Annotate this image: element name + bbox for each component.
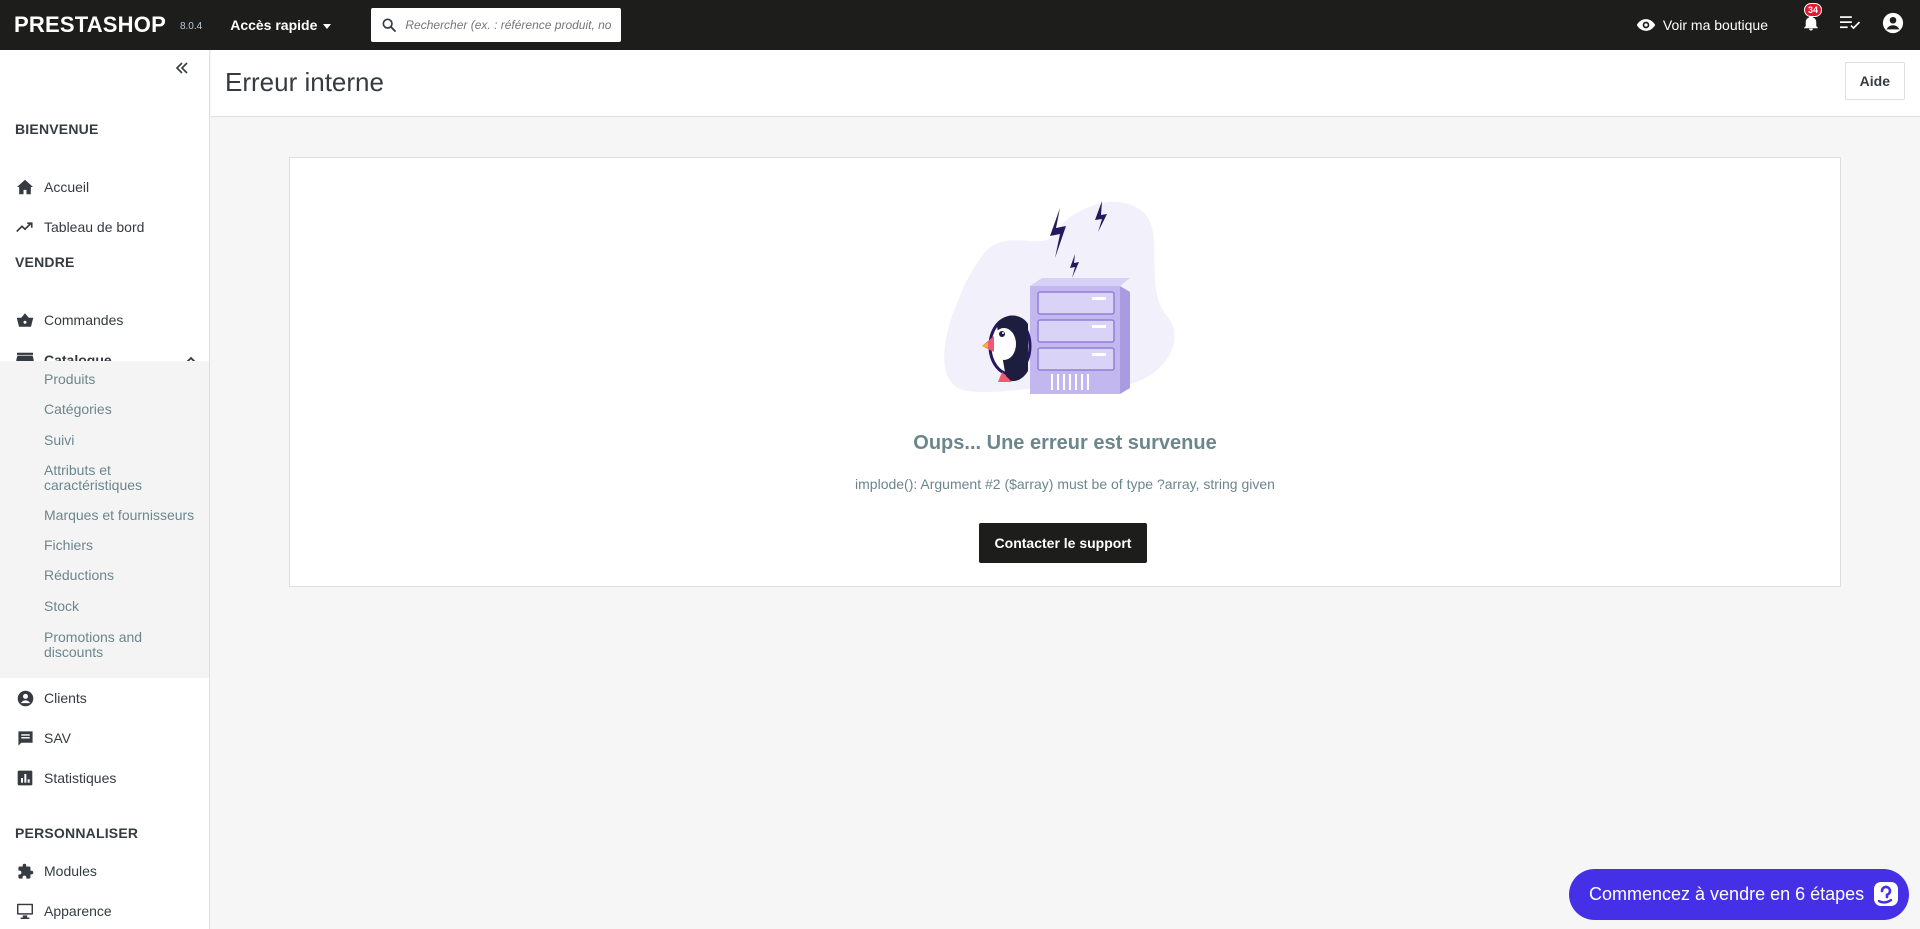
version-label: 8.0.4	[179, 20, 203, 32]
onboarding-button[interactable]: Commencez à vendre en 6 étapes	[1569, 869, 1909, 920]
submenu-item-discounts[interactable]: Réductions	[44, 568, 204, 583]
section-sell: VENDRE	[15, 254, 75, 270]
submenu-item-promotions[interactable]: Promotions and discounts	[44, 630, 154, 660]
view-shop-label: Voir ma boutique	[1662, 17, 1768, 33]
top-header: PRESTASHOP 8.0.4 Accès rapide Voir ma bo…	[0, 0, 1920, 50]
notification-badge: 34	[1804, 2, 1823, 17]
sidebar-item-label: SAV	[44, 730, 71, 746]
submenu-item-files[interactable]: Fichiers	[44, 538, 204, 553]
collapse-sidebar-button[interactable]	[174, 60, 190, 81]
search-input[interactable]	[405, 18, 616, 32]
sidebar-item-appearance[interactable]: Apparence	[0, 891, 209, 929]
page-title: Erreur interne	[225, 67, 384, 97]
home-icon	[17, 179, 33, 195]
sidebar-item-label: Statistiques	[44, 770, 117, 786]
page-header: Erreur interne Aide	[211, 50, 1920, 117]
desktop-icon	[17, 903, 33, 919]
double-chevron-left-icon	[175, 62, 188, 74]
sidebar-item-home[interactable]: Accueil	[0, 167, 209, 207]
sidebar-item-label: Commandes	[44, 312, 124, 328]
sidebar-item-label: Modules	[44, 863, 97, 879]
sidebar-item-orders[interactable]: Commandes	[0, 300, 209, 340]
section-customize: PERSONNALISER	[15, 825, 139, 841]
submenu-item-attributes[interactable]: Attributs et caractéristiques	[44, 463, 164, 493]
sidebar-item-sav[interactable]: SAV	[0, 718, 209, 758]
prestashop-logo[interactable]: PRESTASHOP	[14, 12, 166, 38]
section-welcome: BIENVENUE	[15, 121, 99, 137]
chart-icon	[17, 770, 33, 786]
submenu-item-categories[interactable]: Catégories	[44, 402, 204, 417]
sidebar-item-dashboard[interactable]: Tableau de bord	[0, 207, 209, 247]
submenu-item-stock[interactable]: Stock	[44, 599, 204, 614]
search-icon	[382, 18, 397, 32]
eye-icon	[1636, 19, 1656, 31]
sidebar-item-label: Accueil	[44, 179, 90, 195]
sidebar-item-label: Clients	[44, 690, 87, 706]
account-circle-icon	[17, 690, 33, 706]
server-error-illustration	[944, 201, 1175, 394]
sidebar-item-label: Apparence	[44, 903, 112, 919]
submenu-item-monitoring[interactable]: Suivi	[44, 433, 204, 448]
quick-access-label: Accès rapide	[230, 17, 318, 33]
sidebar-item-customers[interactable]: Clients	[0, 678, 209, 718]
sidebar: BIENVENUE Accueil Tableau de bord VENDRE…	[0, 50, 210, 929]
task-list-button[interactable]	[1840, 15, 1862, 36]
puzzle-icon	[17, 863, 33, 879]
caret-down-icon	[323, 23, 332, 29]
notifications-button[interactable]: 34	[1802, 2, 1823, 38]
error-title: Oups... Une erreur est survenue	[913, 432, 1217, 454]
basket-icon	[16, 313, 34, 327]
error-card: Oups... Une erreur est survenue implode(…	[289, 157, 1841, 587]
view-shop-link[interactable]: Voir ma boutique	[1636, 17, 1768, 33]
chat-icon	[17, 730, 33, 746]
sidebar-item-modules[interactable]: Modules	[0, 851, 209, 891]
help-button[interactable]: Aide	[1844, 62, 1905, 100]
task-list-icon	[1840, 15, 1861, 29]
account-icon	[1882, 12, 1904, 33]
error-message: implode(): Argument #2 ($array) must be …	[855, 476, 1275, 492]
trending-up-icon	[16, 222, 33, 233]
sidebar-item-stats[interactable]: Statistiques	[0, 758, 209, 798]
submenu-item-brands[interactable]: Marques et fournisseurs	[44, 508, 204, 523]
search-box[interactable]	[371, 8, 622, 42]
submenu-item-products[interactable]: Produits	[44, 372, 204, 387]
account-button[interactable]	[1882, 12, 1904, 39]
onboarding-label: Commencez à vendre en 6 étapes	[1589, 884, 1865, 904]
contact-support-button[interactable]: Contacter le support	[979, 523, 1147, 563]
quick-access-dropdown[interactable]: Accès rapide	[230, 17, 332, 33]
sidebar-item-label: Tableau de bord	[44, 219, 145, 235]
help-chat-icon	[1874, 882, 1898, 906]
